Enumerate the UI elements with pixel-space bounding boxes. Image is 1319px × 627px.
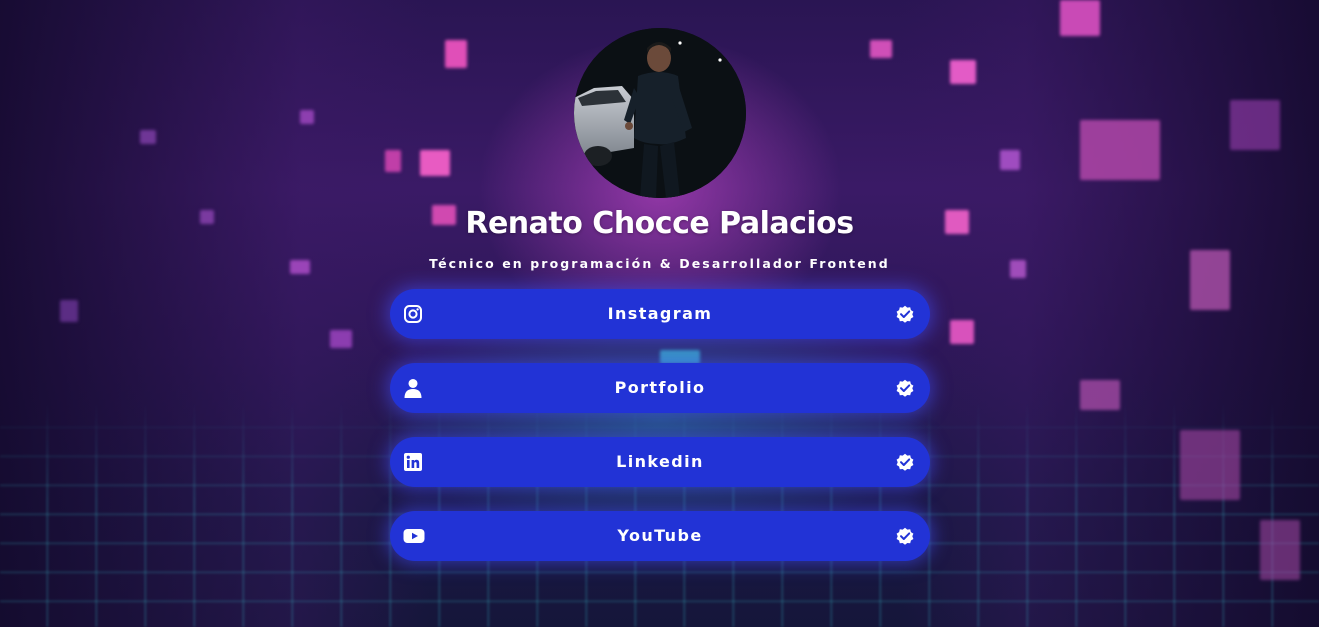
linkedin-link-label: Linkedin [616,452,704,471]
background-window-light [1230,100,1280,150]
youtube-link-label: YouTube [617,526,703,545]
background-window-light [1260,520,1300,580]
profile-subtitle: Técnico en programación & Desarrollador … [429,256,890,271]
instagram-link-label: Instagram [607,304,713,323]
background-window-light [1000,150,1020,170]
background-window-light [140,130,156,144]
linkedin-link-button[interactable]: Linkedin [390,437,930,487]
background-window-light [1060,0,1100,36]
background-window-light [330,330,352,348]
verified-badge-icon [896,379,914,397]
background-window-light [1180,430,1240,500]
portfolio-link-label: Portfolio [614,378,706,397]
portfolio-link-button[interactable]: Portfolio [390,363,930,413]
background-window-light [870,40,892,58]
avatar-photo [574,28,746,198]
verified-badge-icon [896,305,914,323]
link-list: Instagram Portfolio Linkedin YouTube [390,289,930,585]
background-window-light [950,320,974,344]
profile-name: Renato Chocce Palacios [465,206,854,241]
avatar [574,28,746,198]
background-window-light [950,60,976,84]
instagram-link-button[interactable]: Instagram [390,289,930,339]
background-window-light [300,110,314,124]
background-window-light [445,40,467,68]
background-window-light [60,300,78,322]
verified-badge-icon [896,453,914,471]
background-window-light [385,150,401,172]
background-window-light [1080,120,1160,180]
background-window-light [1080,380,1120,410]
background-window-light [420,150,450,176]
youtube-link-button[interactable]: YouTube [390,511,930,561]
verified-badge-icon [896,527,914,545]
